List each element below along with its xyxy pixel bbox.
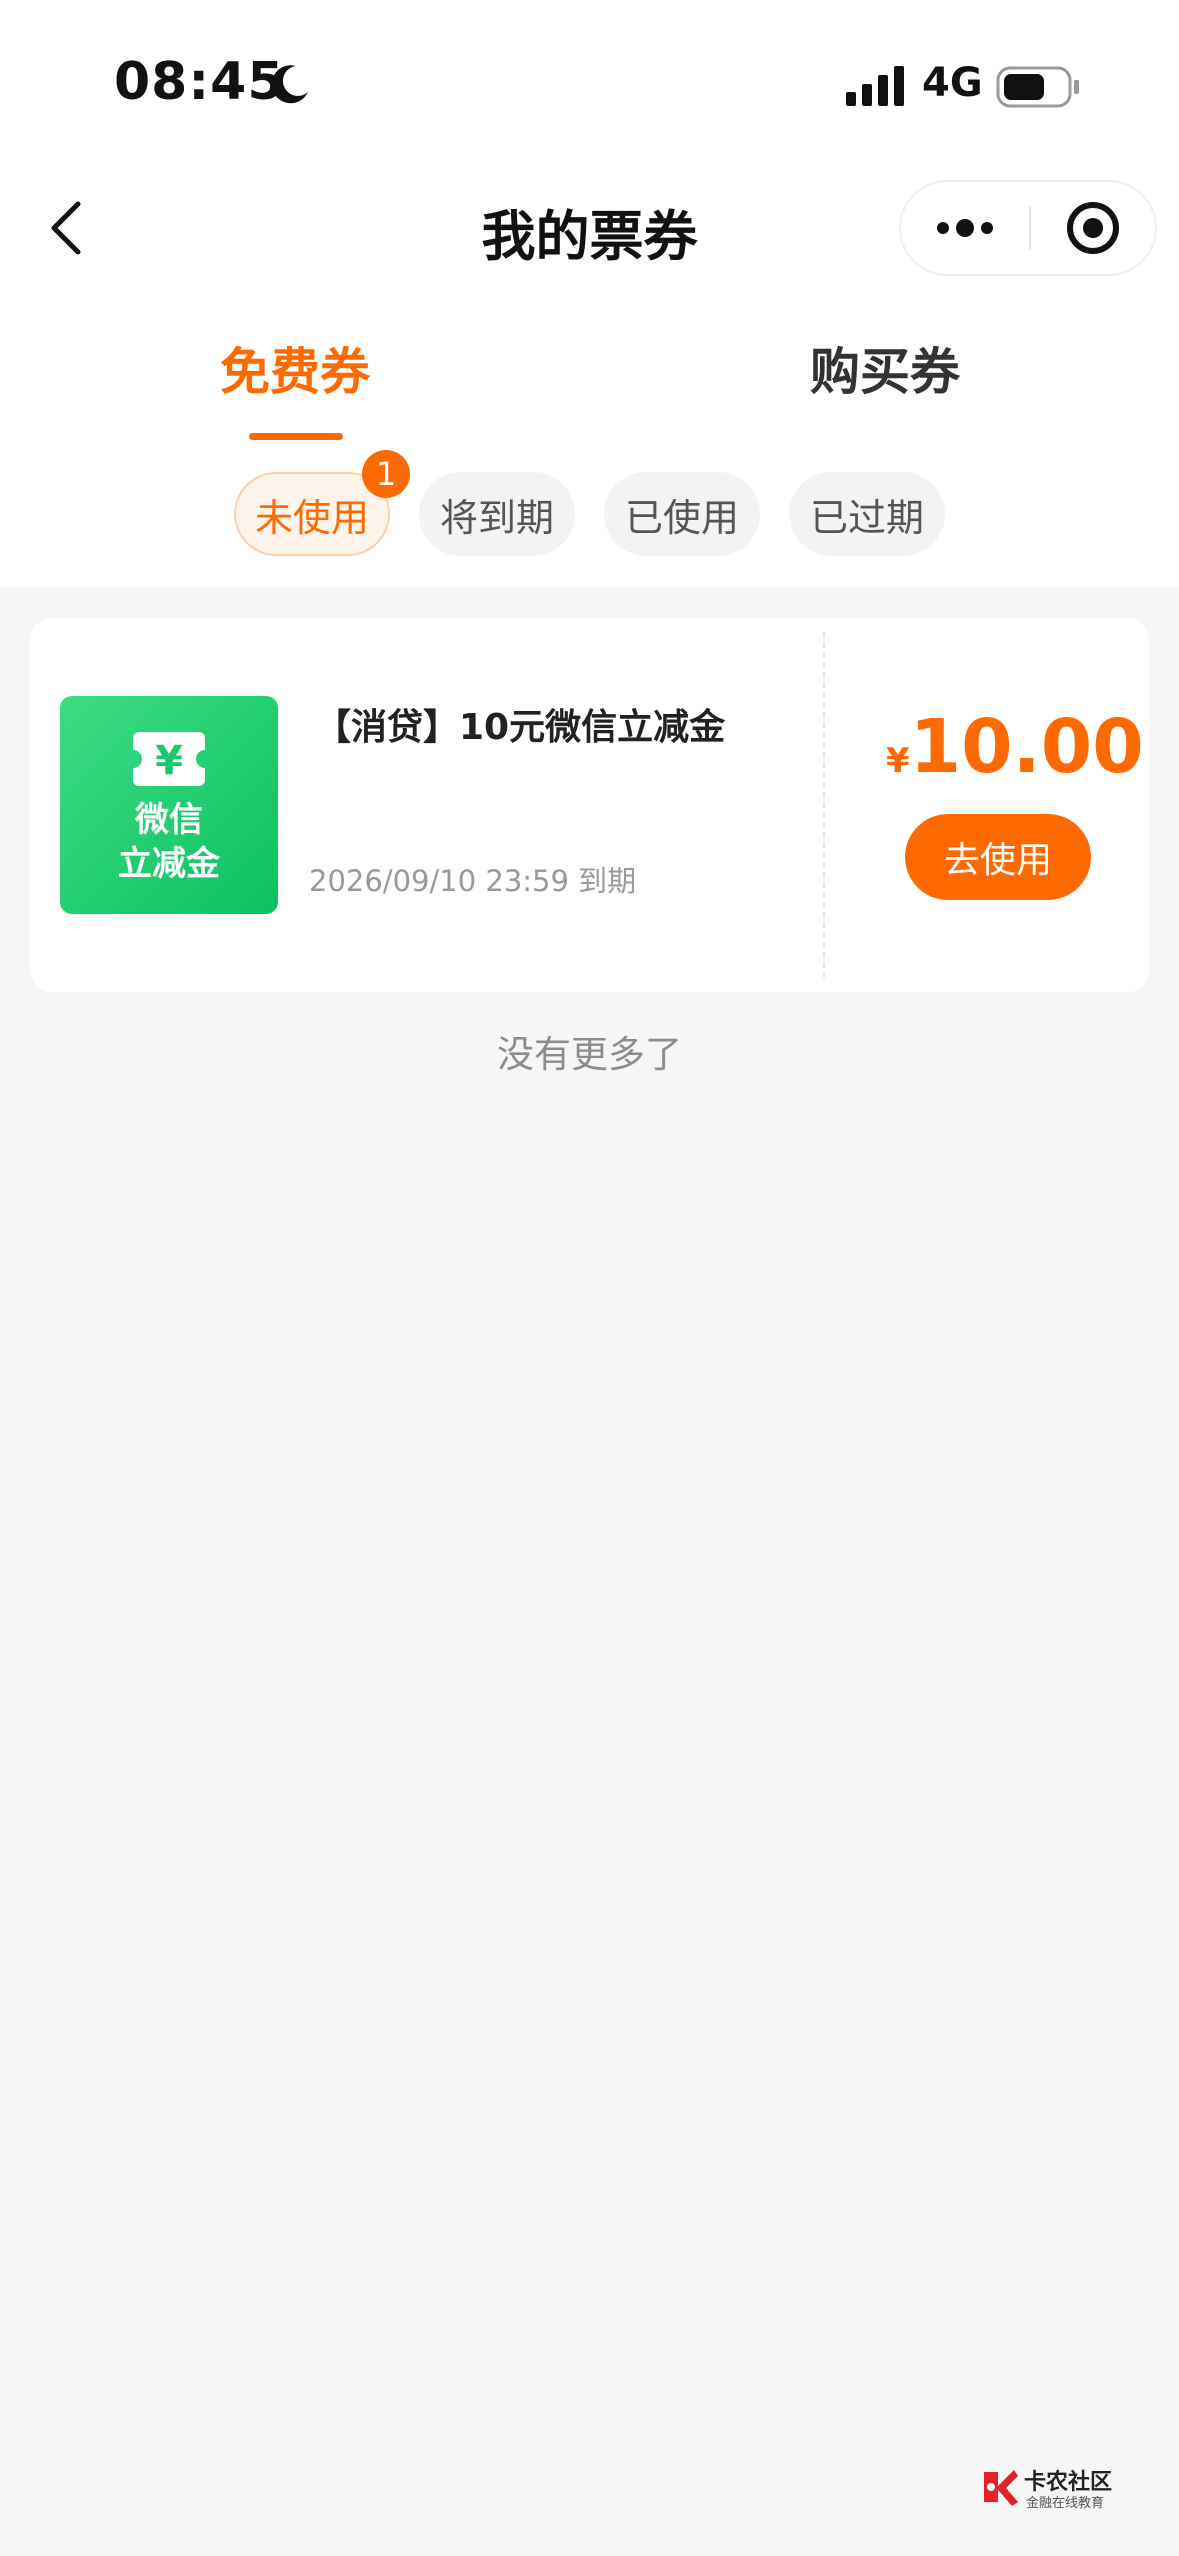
filter-used[interactable]: 已使用 xyxy=(604,472,760,556)
back-chevron-icon[interactable] xyxy=(46,200,86,256)
close-button[interactable] xyxy=(1031,182,1155,274)
moon-icon xyxy=(271,65,308,104)
kanong-logo-icon xyxy=(984,2470,1018,2506)
watermark: 卡农社区 金融在线教育 xyxy=(980,2462,1130,2512)
signal-icon xyxy=(846,66,904,106)
no-more-text: 没有更多了 xyxy=(497,1033,682,1076)
tab-purchased-coupons[interactable]: 购买券 xyxy=(810,332,960,404)
network-type: 4G xyxy=(922,60,983,106)
status-time: 08:45 xyxy=(114,52,285,112)
tab-free-coupons[interactable]: 免费券 xyxy=(220,332,370,404)
more-dots-icon xyxy=(937,219,993,237)
coupon-amount: 10.00 xyxy=(909,704,1144,790)
more-button[interactable] xyxy=(901,182,1029,274)
card-dashed-divider xyxy=(823,632,825,978)
wechat-coupon-icon: ¥ 微信 立减金 xyxy=(60,696,278,914)
yuan-ticket-icon: ¥ xyxy=(133,732,205,786)
yuan-glyph: ¥ xyxy=(155,738,183,784)
coupon-expiry: 2026/09/10 23:59 到期 xyxy=(309,864,637,898)
coupon-card[interactable]: ¥ 微信 立减金 【消贷】10元微信立减金 2026/09/10 23:59 到… xyxy=(30,618,1149,992)
filter-expired[interactable]: 已过期 xyxy=(789,472,945,556)
battery-icon xyxy=(996,66,1079,108)
currency-symbol: ¥ xyxy=(886,741,910,781)
use-coupon-button[interactable]: 去使用 xyxy=(905,814,1091,900)
filter-expiring[interactable]: 将到期 xyxy=(419,472,575,556)
active-tab-indicator xyxy=(249,433,343,440)
mini-program-capsule xyxy=(899,180,1157,276)
coupon-name: 【消贷】10元微信立减金 xyxy=(315,707,726,748)
coupon-icon-label: 微信 立减金 xyxy=(118,800,220,884)
watermark-subtitle: 金融在线教育 xyxy=(1026,2496,1105,2511)
coupon-price: ¥10.00 xyxy=(886,704,1144,790)
page-title: 我的票券 xyxy=(481,205,698,268)
unused-count-badge: 1 xyxy=(362,450,410,498)
target-close-icon xyxy=(1067,202,1119,254)
